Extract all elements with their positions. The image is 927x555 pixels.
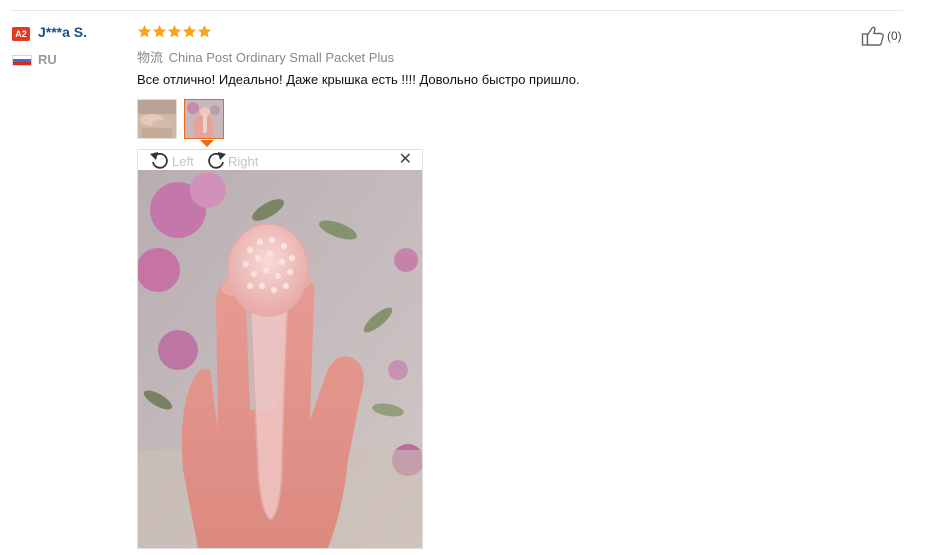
close-icon[interactable]: ✕ — [399, 150, 412, 170]
star-icon — [167, 24, 182, 38]
star-icon — [197, 24, 212, 38]
rotate-left-label: Left — [172, 153, 194, 169]
rotate-right-icon — [208, 152, 226, 169]
reviewer-name: J***a S. — [38, 24, 88, 40]
rotate-left-icon — [150, 152, 168, 169]
review-photo-thumbnail-2[interactable] — [184, 99, 224, 139]
viewer-toolbar: Left Right ✕ — [138, 150, 422, 170]
rotate-right-button[interactable]: Right — [204, 151, 258, 171]
selected-thumbnail-pointer — [200, 140, 214, 147]
logistics-method: China Post Ordinary Small Packet Plus — [168, 50, 395, 65]
star-rating — [137, 24, 212, 42]
review-photo-thumbnail-1[interactable] — [137, 99, 177, 139]
rotate-right-label: Right — [228, 153, 259, 169]
logistics-info: 物流 China Post Ordinary Small Packet Plus — [137, 47, 394, 66]
thumbnail-image — [185, 100, 223, 138]
level-badge: A2 — [12, 27, 30, 41]
review-text: Все отлично! Идеально! Даже крышка есть … — [137, 72, 580, 87]
star-icon — [182, 24, 197, 38]
thumbnail-image — [138, 100, 176, 138]
star-icon — [137, 24, 152, 38]
reviewer-country: RU — [38, 52, 57, 67]
photo-viewer: Left Right ✕ — [137, 149, 423, 549]
helpful-count: (0) — [887, 29, 902, 43]
helpful-button[interactable]: (0) — [861, 25, 902, 47]
logistics-prefix: 物流 — [137, 50, 164, 65]
top-divider — [10, 10, 903, 11]
review-photo-large — [138, 170, 422, 548]
rotate-left-button[interactable]: Left — [148, 151, 194, 171]
thumbs-up-icon — [861, 26, 884, 46]
russia-flag-icon — [12, 55, 32, 66]
star-icon — [152, 24, 167, 38]
